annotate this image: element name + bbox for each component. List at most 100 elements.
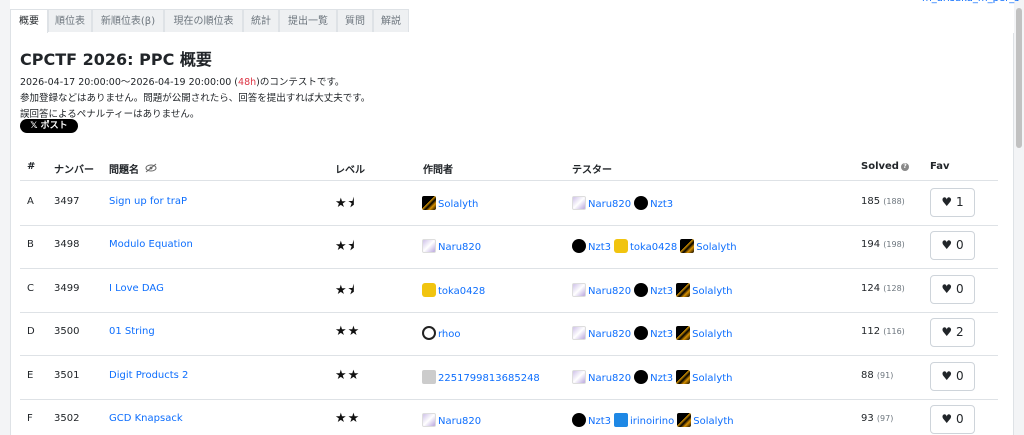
user-link[interactable]: m_arisaka_m_per_s	[922, 0, 1019, 4]
period-duration: 48h	[238, 77, 257, 88]
header-solved-label: Solved	[861, 161, 899, 172]
user-link[interactable]: irinoirino	[614, 413, 675, 427]
user-link[interactable]: Naru820	[572, 283, 631, 297]
user-link[interactable]: rhoo	[422, 326, 461, 340]
level-stars: ★⯨	[335, 239, 356, 254]
fav-button[interactable]: ♥ 1	[930, 188, 975, 217]
user-name: irinoirino	[630, 416, 675, 427]
user-link[interactable]: Naru820	[422, 239, 481, 253]
nav-tabs: 概要 順位表 新順位表(β) 現在の順位表 統計 提出一覧 質問 解説	[10, 9, 1014, 34]
fav-button[interactable]: ♥ 0	[930, 405, 975, 434]
user-link[interactable]: Solalyth	[422, 196, 479, 210]
header-level: レベル	[335, 165, 365, 176]
heart-icon: ♥	[941, 195, 956, 209]
user-link[interactable]: Solalyth	[676, 370, 733, 384]
header-author: 作問者	[423, 165, 453, 176]
fav-count: 1	[955, 195, 964, 209]
solved-value: 194	[861, 239, 884, 250]
user-link[interactable]: toka0428	[614, 239, 678, 253]
period-suffix: )のコンテストです。	[256, 77, 345, 88]
fav-count: 2	[955, 325, 964, 339]
tab-overview[interactable]: 概要	[10, 9, 48, 34]
tab-new-standings[interactable]: 新順位表(β)	[92, 9, 164, 32]
user-name: toka0428	[630, 242, 678, 253]
problem-number: 3501	[54, 370, 80, 381]
problem-name-link[interactable]: Sign up for traP	[109, 196, 187, 207]
user-name: Nzt3	[650, 329, 674, 340]
nzt-avatar-icon	[634, 283, 649, 297]
tab-submissions[interactable]: 提出一覧	[279, 9, 337, 32]
user-link[interactable]: Naru820	[572, 370, 632, 384]
fav-button[interactable]: ♥ 0	[930, 231, 975, 260]
header-number: ナンバー	[54, 165, 94, 176]
testers: Nzt3 toka0428 Solalyth	[572, 239, 737, 253]
user-name: Naru820	[588, 199, 632, 210]
problem-name-link[interactable]: Digit Products 2	[109, 370, 188, 381]
user-link[interactable]: Solalyth	[676, 326, 733, 340]
scrollbar-thumb[interactable]	[1016, 8, 1022, 148]
row-divider	[20, 312, 998, 313]
naru-avatar-icon	[572, 196, 586, 210]
user-name: Nzt3	[650, 373, 674, 384]
problem-name-link[interactable]: GCD Knapsack	[109, 413, 183, 424]
solved-total: (198)	[883, 240, 905, 249]
user-link[interactable]: Naru820	[572, 326, 631, 340]
user-link[interactable]: Solalyth	[677, 413, 734, 427]
user-name: Naru820	[588, 373, 632, 384]
fav-button[interactable]: ♥ 0	[930, 362, 975, 391]
heart-icon: ♥	[941, 369, 956, 383]
level-stars: ★⯨	[335, 283, 356, 298]
problem-name-link[interactable]: Modulo Equation	[109, 239, 193, 250]
fav-button[interactable]: ♥ 2	[930, 318, 975, 347]
solved-total: (128)	[883, 284, 905, 293]
user-link[interactable]: Nzt3	[572, 413, 611, 427]
heart-icon: ♥	[941, 282, 956, 296]
naru-avatar-icon	[422, 239, 436, 253]
header-index: #	[27, 161, 36, 172]
user-link[interactable]: Nzt3	[634, 196, 673, 210]
header-solved: Solved?	[861, 161, 909, 172]
sol-avatar-icon	[422, 196, 436, 210]
user-link[interactable]: toka0428	[422, 283, 485, 297]
user-name: Solalyth	[438, 199, 479, 210]
level-stars: ★★	[335, 324, 361, 339]
user-link[interactable]: Naru820	[572, 196, 632, 210]
fav-count: 0	[955, 238, 964, 252]
heart-icon: ♥	[941, 238, 956, 252]
testers: Naru820 Nzt3 Solalyth	[572, 283, 733, 297]
num-avatar-icon	[422, 370, 436, 384]
header-name-label: 問題名	[109, 165, 139, 176]
user-link[interactable]: Naru820	[422, 413, 481, 427]
x-post-button[interactable]: 𝕏 ポスト	[20, 119, 78, 133]
solved-total: (97)	[876, 414, 894, 423]
naru-avatar-icon	[572, 326, 586, 340]
tab-current-standings[interactable]: 現在の順位表	[164, 9, 243, 32]
fav-button[interactable]: ♥ 0	[930, 275, 975, 304]
solved-value: 185	[861, 196, 884, 207]
problem-name-link[interactable]: 01 String	[109, 326, 155, 337]
tab-stats[interactable]: 統計	[243, 9, 279, 32]
tab-editorial[interactable]: 解説	[373, 9, 409, 32]
user-name: rhoo	[438, 329, 461, 340]
user-link[interactable]: Nzt3	[634, 326, 674, 340]
nzt-avatar-icon	[572, 239, 586, 253]
problem-name-link[interactable]: I Love DAG	[109, 283, 164, 294]
help-icon[interactable]: ?	[900, 163, 909, 171]
user-link[interactable]: Nzt3	[634, 283, 673, 297]
tab-standings[interactable]: 順位表	[48, 9, 92, 32]
user-link[interactable]: 2251799813685248	[422, 370, 540, 384]
user-link[interactable]: Nzt3	[572, 239, 611, 253]
row-index: D	[27, 326, 35, 337]
info-registration: 参加登録などはありません。問題が公開されたら、回答を提出すれば大丈夫です。	[20, 93, 371, 104]
tab-questions[interactable]: 質問	[337, 9, 373, 32]
eye-slash-icon[interactable]	[145, 163, 157, 176]
user-link[interactable]: Nzt3	[634, 370, 674, 384]
solved-count: 112 (116)	[861, 326, 905, 337]
fav-count: 0	[955, 282, 964, 296]
solved-count: 185 (188)	[861, 196, 905, 207]
user-link[interactable]: Solalyth	[676, 283, 733, 297]
heart-icon: ♥	[941, 412, 956, 426]
user-name: 2251799813685248	[438, 373, 540, 384]
user-link[interactable]: Solalyth	[680, 239, 737, 253]
rhoo-avatar-icon	[422, 326, 436, 340]
